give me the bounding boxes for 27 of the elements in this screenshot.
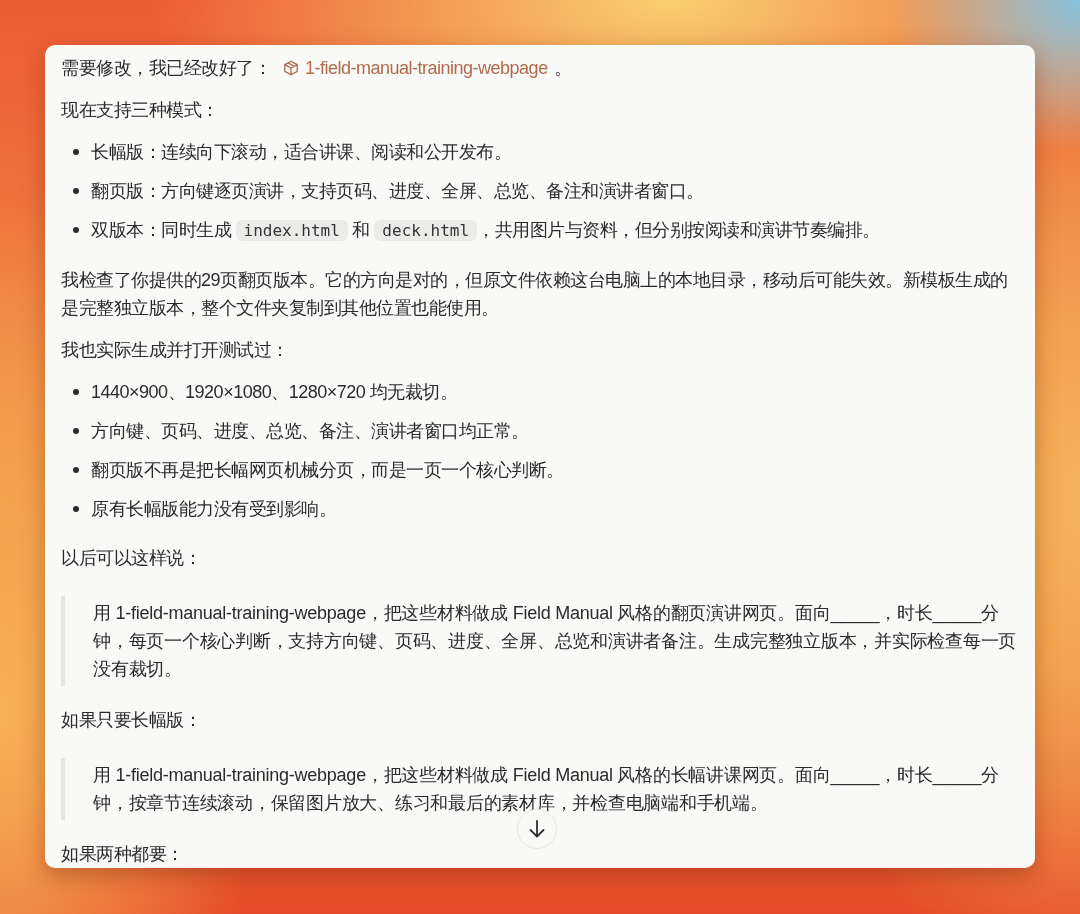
list-item-text: 翻页版不再是把长幅网页机械分页，而是一页一个核心判断。 [91, 459, 564, 482]
bullet-icon [73, 227, 79, 233]
list-item-text: 1440×900、1920×1080、1280×720 均无裁切。 [91, 381, 458, 404]
bullet-icon [73, 149, 79, 155]
inline-code: deck.html [374, 220, 478, 241]
message-text: 以后可以这样说： [61, 547, 202, 570]
bullet-icon [73, 506, 79, 512]
message-text: 现在支持三种模式： [61, 99, 220, 122]
skill-link[interactable]: 1-field-manual-training-webpage [283, 54, 548, 82]
list-item-text: 双版本：同时生成 index.html 和 deck.html ，共用图片与资料，但分别按阅读和演讲节奏编排。 [91, 219, 880, 243]
list-item-text: 方向键、页码、进度、总览、备注、演讲者窗口均正常。 [91, 420, 529, 443]
bullet-icon [73, 188, 79, 194]
inline-code: index.html [235, 220, 348, 241]
cube-icon [283, 60, 299, 76]
arrow-down-icon [527, 819, 547, 839]
bullet-icon [73, 467, 79, 473]
message-text: 如果只要长幅版： [61, 709, 202, 732]
list-item-text: 原有长幅版能力没有受到影响。 [91, 498, 336, 521]
bullet-icon [73, 389, 79, 395]
list-item-text: 长幅版：连续向下滚动，适合讲课、阅读和公开发布。 [91, 141, 511, 164]
quote-block: 用 1-field-manual-training-webpage，把这些材料做成 Field Manual 风格的翻页演讲网页。面向_____，时长_____分钟，每页一个核心判断，支持方向键、页码、进度、全屏、总览和演讲者备注。生成完整独立版本，并实际检查每一页没有裁切。 [61, 596, 1019, 686]
message-text: 需要修改，我已经改好了： 1-field-manual-training-webpage 。 [61, 54, 1019, 82]
list-item-text: 翻页版：方向键逐页演讲，支持页码、进度、全屏、总览、备注和演讲者窗口。 [91, 180, 704, 203]
bullet-icon [73, 428, 79, 434]
message-text: 我也实际生成并打开测试过： [61, 339, 290, 362]
message-text: 我检查了你提供的29页翻页版本。它的方向是对的，但原文件依赖这台电脑上的本地目录，移动后可能失效。新模板生成的是完整独立版本，整个文件夹复制到其他位置也能使用。 [61, 269, 1009, 320]
message-text: 如果两种都要： [61, 843, 185, 866]
